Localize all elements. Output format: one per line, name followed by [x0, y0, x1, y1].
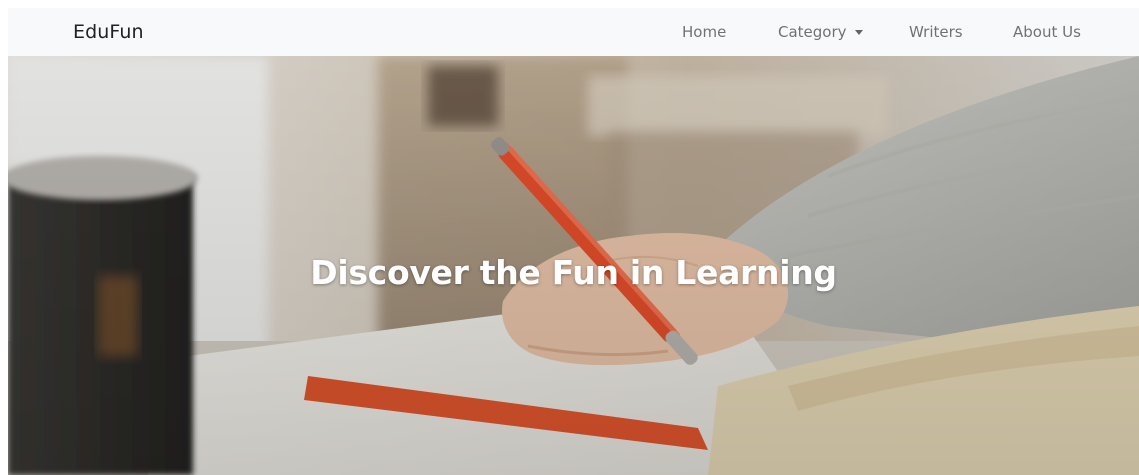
nav-category-dropdown[interactable]: Category [778, 23, 863, 41]
navbar: EduFun Home Category Writers About Us [0, 0, 1139, 57]
nav-category-label: Category [778, 23, 847, 41]
hero-title: Discover the Fun in Learning [310, 253, 837, 292]
hero-banner: Discover the Fun in Learning [8, 56, 1139, 475]
nav-home[interactable]: Home [682, 23, 726, 41]
page: EduFun Home Category Writers About Us Di… [0, 0, 1139, 475]
navbar-background: EduFun Home Category Writers About Us [8, 8, 1139, 57]
nav-writers[interactable]: Writers [909, 23, 963, 41]
brand-logo[interactable]: EduFun [73, 21, 144, 43]
nav-about-us[interactable]: About Us [1013, 23, 1081, 41]
caret-down-icon [854, 29, 863, 35]
